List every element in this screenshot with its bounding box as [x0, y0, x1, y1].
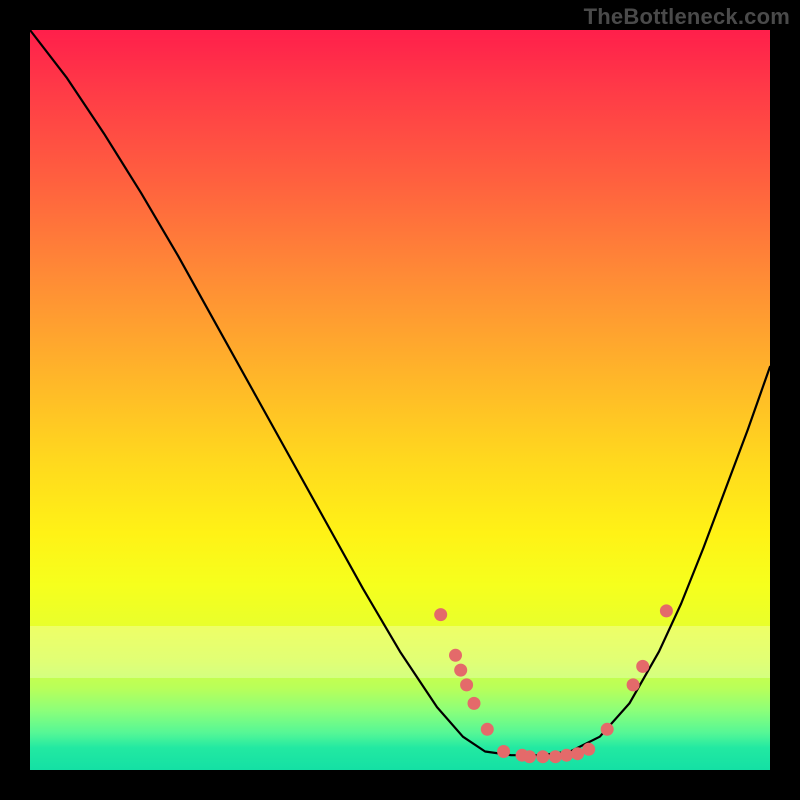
data-marker-16: [636, 660, 649, 673]
data-marker-12: [571, 747, 584, 760]
data-marker-0: [434, 608, 447, 621]
data-marker-15: [627, 678, 640, 691]
data-marker-17: [660, 604, 673, 617]
data-marker-13: [582, 743, 595, 756]
data-marker-14: [601, 723, 614, 736]
chart-svg: [30, 30, 770, 770]
data-marker-6: [497, 745, 510, 758]
bottleneck-curve: [30, 30, 770, 755]
data-marker-5: [481, 723, 494, 736]
data-marker-10: [549, 750, 562, 763]
watermark-text: TheBottleneck.com: [584, 4, 790, 30]
data-marker-4: [468, 697, 481, 710]
data-markers: [434, 604, 673, 763]
data-marker-11: [560, 749, 573, 762]
chart-frame: TheBottleneck.com: [0, 0, 800, 800]
data-marker-9: [536, 750, 549, 763]
data-marker-8: [523, 750, 536, 763]
data-marker-3: [460, 678, 473, 691]
data-marker-1: [449, 649, 462, 662]
data-marker-2: [454, 664, 467, 677]
